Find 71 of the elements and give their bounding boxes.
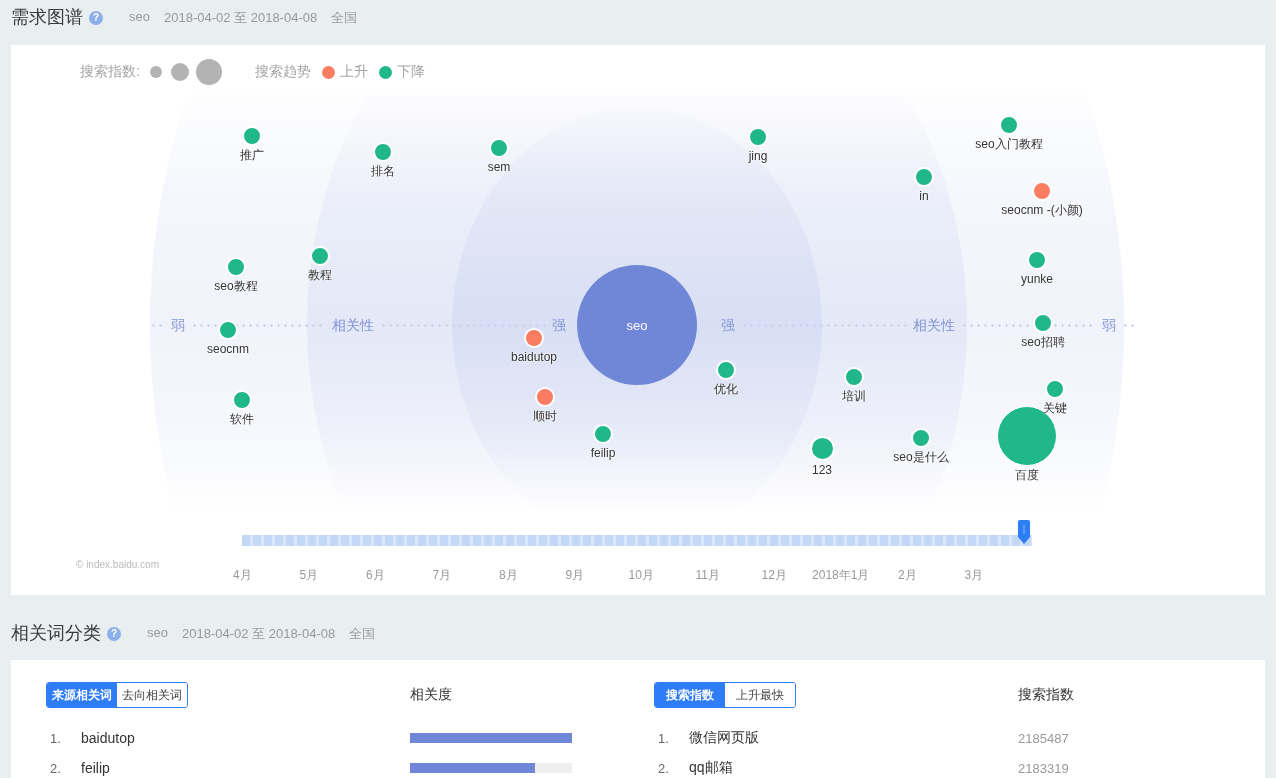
circle-icon [149, 66, 162, 78]
keyword-label: 软件 [230, 412, 254, 427]
month-label: 7月 [431, 567, 453, 583]
search-index-value: 2185487 [1018, 730, 1069, 746]
tab[interactable]: 来源相关词 [47, 683, 117, 707]
legend-label: 下降 [396, 63, 425, 81]
keyword-label: in [919, 189, 929, 204]
keyword-label: jing [748, 149, 768, 164]
keyword-text[interactable]: feilip [81, 760, 110, 776]
circle-icon [195, 59, 222, 85]
month-label: 5月 [298, 567, 320, 583]
keyword-label: seo教程 [214, 279, 258, 294]
axis-label: 相关性 [332, 316, 374, 335]
month-label: 9月 [564, 567, 586, 583]
keyword-label: seo招聘 [1021, 335, 1065, 350]
rank-number: 2. [657, 760, 670, 776]
axis-label: 相关性 [913, 316, 955, 335]
keyword-label: 培训 [842, 389, 866, 404]
rank-number: 1. [49, 730, 62, 746]
date-range-text: 2018-04-02 至 2018-04-08 [163, 9, 318, 27]
legend-label: 搜索指数: [80, 63, 140, 81]
month-label: 8月 [497, 567, 519, 583]
keyword-label: yunke [1021, 272, 1053, 287]
section-title: 需求图谱 [11, 6, 83, 29]
month-label: 6月 [364, 567, 386, 583]
region-text: 全国 [349, 625, 376, 643]
month-label: 10月 [627, 567, 655, 583]
legend-label: 搜索趋势 [254, 63, 311, 81]
month-label: 3月 [963, 567, 985, 583]
keyword-label: 优化 [714, 382, 738, 397]
month-label: 2月 [896, 567, 918, 583]
keyword-text[interactable]: qq邮箱 [689, 759, 733, 777]
search-index-value: 2183319 [1018, 760, 1069, 776]
column-header: 搜索指数 [1018, 686, 1074, 704]
axis-label: 弱 [1102, 316, 1116, 335]
keyword-label: 关键 [1043, 401, 1067, 416]
keyword-label: 教程 [308, 268, 332, 283]
keyword-label: seocnm [207, 342, 249, 357]
keyword-label: 123 [812, 462, 832, 478]
keyword-label: 顺时 [533, 409, 557, 424]
keyword-label: seo入门教程 [975, 137, 1043, 152]
axis-label: 强 [721, 316, 735, 335]
region-text: 全国 [331, 9, 358, 27]
axis-label: 弱 [171, 316, 185, 335]
keyword-text: seo [147, 625, 168, 642]
legend-label: 上升 [339, 63, 368, 81]
circle-icon [170, 63, 189, 81]
date-range-text: 2018-04-02 至 2018-04-08 [181, 625, 336, 643]
section-title: 相关词分类 [11, 622, 101, 645]
keyword-label: sem [487, 160, 511, 175]
rank-number: 1. [657, 730, 670, 746]
keyword-label: baidutop [510, 350, 557, 365]
source-text: © index.baidu.com [76, 559, 159, 570]
column-header: 相关度 [410, 686, 452, 704]
month-label: 11月 [694, 567, 721, 583]
month-label: 12月 [760, 567, 788, 583]
timeline-handle[interactable] [1018, 520, 1031, 544]
keyword-label: 排名 [371, 164, 395, 179]
month-label: 2018年1月 [811, 567, 871, 583]
keyword-label: feilip [590, 446, 616, 461]
keyword-text[interactable]: baidutop [81, 730, 135, 746]
month-label: 4月 [231, 567, 253, 583]
keyword-text: seo [129, 9, 150, 26]
axis-label: 强 [552, 316, 566, 335]
rank-number: 2. [49, 760, 62, 776]
keyword-label: 推广 [240, 148, 264, 163]
keyword-label: seocnm -(小颜) [1001, 203, 1083, 218]
tab[interactable]: 搜索指数 [655, 683, 725, 707]
keyword-label: 百度 [1015, 468, 1039, 483]
keyword-text[interactable]: 微信网页版 [689, 729, 759, 747]
keyword-label: seo是什么 [893, 450, 949, 465]
